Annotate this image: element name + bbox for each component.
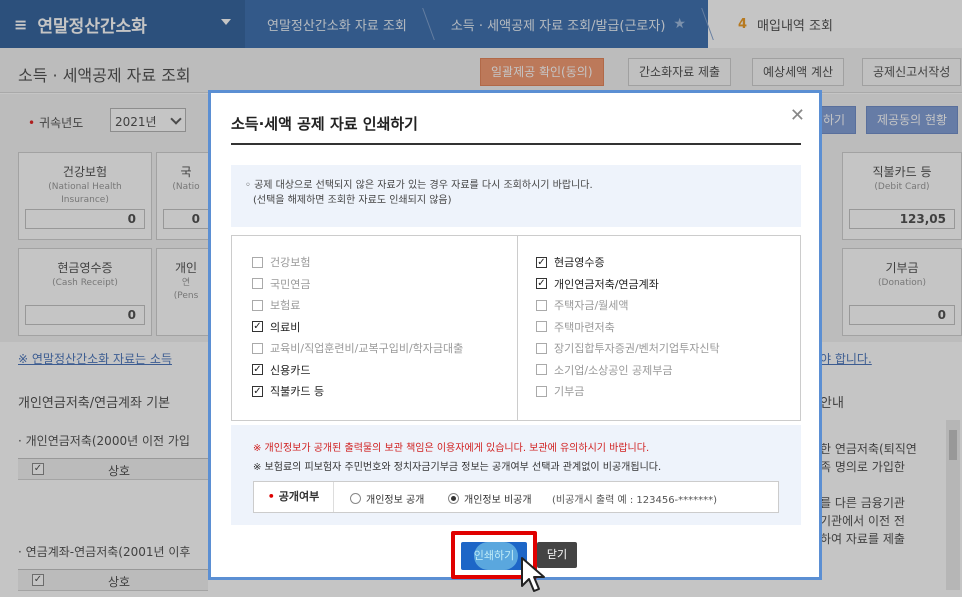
option-label: 주택마련저축 [554,320,615,334]
title-divider [231,143,801,145]
warning-line-1: ※ 개인정보가 공개된 출력물의 보관 책임은 이용자에게 있습니다. 보관에 … [253,443,650,454]
warning-line-2: ※ 보험료의 피보험자 주민번호와 정치자금기부금 정보는 공개여부 선택과 관… [253,462,662,473]
print-option-right-0[interactable]: ✓ 현금영수증 [536,254,605,270]
option-label: 기부금 [554,385,585,398]
option-label: 건강보험 [270,256,311,269]
checkbox-checked-icon[interactable]: ✓ [252,364,263,375]
print-option-left-1[interactable]: 국민연금 [252,276,310,292]
print-options: 건강보험국민연금보험료 ✓ 의료비교육비/직업훈련비/교복구입비/학자금대출 ✓ 신용카… [231,235,801,421]
checkbox-checked-icon[interactable]: ✓ [252,385,263,397]
checkbox-checked-icon[interactable]: ✓ [252,321,263,332]
print-option-left-5[interactable]: ✓ 신용카드 [252,362,310,378]
checkbox-icon[interactable] [536,385,547,397]
print-option-left-6[interactable]: ✓ 직불카드 등 [252,383,324,399]
mouse-cursor-icon [521,557,545,592]
option-label: 국민연금 [270,277,311,291]
print-option-left-0[interactable]: 건강보험 [252,254,310,270]
column-divider [517,236,518,420]
option-label: 개인연금저축/연금계좌 [554,277,659,291]
radio-circle [350,493,361,504]
info-line-1: ◦ 공제 대상으로 선택되지 않은 자료가 있는 경우 자료를 다시 조회하시기… [245,180,593,191]
print-option-right-2[interactable]: 주택자금/월세액 [536,297,629,313]
checkbox-checked-icon[interactable]: ✓ [536,256,547,268]
option-label: 직불카드 등 [270,385,325,398]
disclosure-label: 공개여부 [254,482,334,512]
print-option-left-2[interactable]: 보험료 [252,297,300,313]
info-box: ◦ 공제 대상으로 선택되지 않은 자료가 있는 경우 자료를 다시 조회하시기… [231,165,801,227]
option-label: 의료비 [270,320,301,334]
close-icon[interactable]: ✕ [790,105,805,126]
disclosure-row: 공개여부 개인정보 공개 개인정보 비공개 (비공개시 출력 예 : 12345… [253,481,779,513]
dialog-title: 소득·세액 공제 자료 인쇄하기 [231,115,418,133]
radio-label: 개인정보 비공개 [464,495,532,506]
option-label: 교육비/직업훈련비/교복구입비/학자금대출 [270,342,464,355]
option-label: 신용카드 [270,363,311,377]
print-dialog: 소득·세액 공제 자료 인쇄하기 ✕ ◦ 공제 대상으로 선택되지 않은 자료가… [208,90,822,580]
option-label: 소기업/소상공인 공제부금 [554,363,673,377]
print-option-right-4[interactable]: 장기집합투자증권/벤처기업투자신탁 [536,340,720,356]
radio-label: 개인정보 공개 [366,495,425,506]
radio-circle [448,493,459,504]
info-line-2: (선택을 해제하면 조회한 자료도 인쇄되지 않음) [253,195,452,206]
option-label: 보험료 [270,299,301,312]
checkbox-icon[interactable] [252,278,263,289]
print-option-right-3[interactable]: 주택마련저축 [536,319,615,335]
checkbox-icon[interactable] [536,364,547,375]
option-label: 현금영수증 [554,256,605,269]
checkbox-icon[interactable] [252,256,263,268]
print-option-right-1[interactable]: ✓ 개인연금저축/연금계좌 [536,276,659,292]
print-option-left-4[interactable]: 교육비/직업훈련비/교복구입비/학자금대출 [252,340,463,356]
print-option-right-5[interactable]: 소기업/소상공인 공제부금 [536,362,673,378]
checkbox-icon[interactable] [536,321,547,332]
print-option-left-3[interactable]: ✓ 의료비 [252,319,300,335]
radio-public[interactable]: 개인정보 공개 [350,491,424,506]
private-example: (비공개시 출력 예 : 123456-*******) [552,495,718,506]
radio-private[interactable]: 개인정보 비공개 [448,491,532,506]
checkbox-icon[interactable] [536,299,547,311]
print-option-right-6[interactable]: 기부금 [536,383,584,399]
checkbox-icon[interactable] [252,342,263,354]
checkbox-icon[interactable] [536,342,547,354]
option-label: 장기집합투자증권/벤처기업투자신탁 [554,342,720,355]
option-label: 주택자금/월세액 [554,299,629,312]
warning-box: ※ 개인정보가 공개된 출력물의 보관 책임은 이용자에게 있습니다. 보관에 … [231,425,801,525]
checkbox-checked-icon[interactable]: ✓ [536,278,547,289]
checkbox-icon[interactable] [252,299,263,311]
